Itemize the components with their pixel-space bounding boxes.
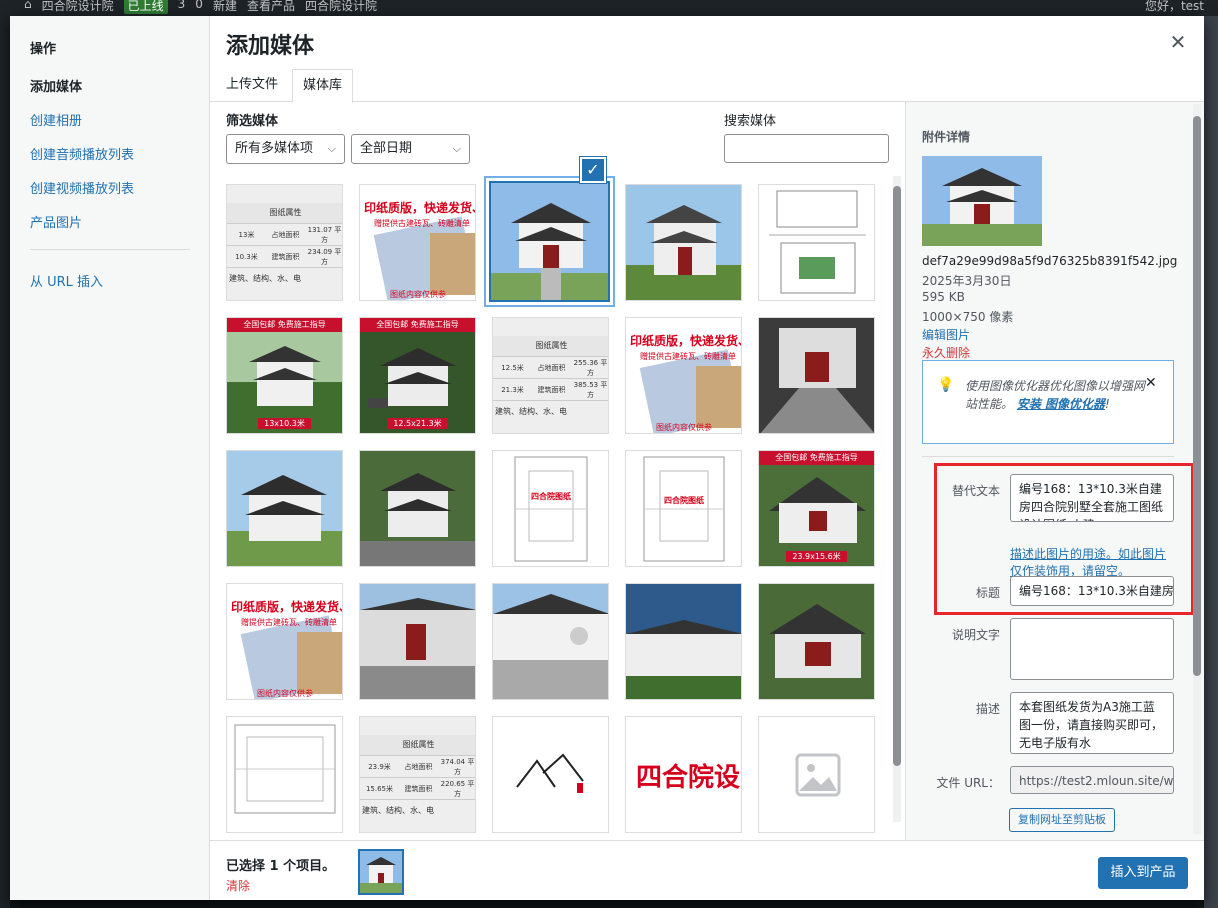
admin-sidebar-backdrop bbox=[0, 16, 10, 908]
admin-new-link[interactable]: 新建 bbox=[213, 0, 237, 14]
file-url-label: 文件 URL： bbox=[936, 776, 1000, 790]
media-item-spec-table[interactable]: 图纸属性 13米 占地面积 131.07 平方 10.3米 建筑面积 234.09 平方… bbox=[226, 184, 343, 301]
dismiss-notice-icon[interactable]: ✕ bbox=[1145, 375, 1157, 391]
media-item-selected-villa[interactable] bbox=[489, 181, 610, 302]
menu-item-product-image[interactable]: 产品图片 bbox=[30, 212, 82, 231]
media-item-yard[interactable] bbox=[492, 583, 609, 700]
media-item-placeholder[interactable] bbox=[758, 716, 875, 833]
media-item-villa-4[interactable] bbox=[359, 450, 476, 567]
delete-permanently-link[interactable]: 永久删除 bbox=[922, 344, 970, 361]
caption-label: 说明文字 bbox=[951, 628, 1000, 642]
media-item-spec-table-3[interactable]: 图纸属性 23.9米 占地面积 374.04 平方 15.65米 建筑面积 220.65… bbox=[359, 716, 476, 833]
media-item-compound[interactable] bbox=[625, 583, 742, 700]
media-item-villa-2[interactable] bbox=[625, 184, 742, 301]
caption-field[interactable] bbox=[1010, 618, 1174, 680]
selected-check-icon[interactable]: ✓ bbox=[580, 157, 606, 183]
tab-upload[interactable]: 上传文件 bbox=[218, 69, 286, 103]
media-item-logo[interactable] bbox=[492, 716, 609, 833]
media-type-value: 所有多媒体项 bbox=[235, 141, 314, 156]
admin-updates-count[interactable]: 3 bbox=[178, 0, 186, 14]
media-item-plan-1[interactable]: 四合院图纸 bbox=[492, 450, 609, 567]
admin-site-name[interactable]: 四合院设计院 bbox=[42, 0, 114, 14]
chevron-down-icon: ⌵ bbox=[452, 142, 461, 155]
media-item-aerial[interactable] bbox=[758, 583, 875, 700]
attachment-date: 2025年3月30日 bbox=[922, 274, 1012, 288]
admin-site-link[interactable]: 四合院设计院 bbox=[305, 0, 377, 14]
menu-item-create-gallery[interactable]: 创建相册 bbox=[30, 110, 82, 129]
menu-heading: 操作 bbox=[30, 42, 57, 57]
spec-table: 图纸属性 13米 占地面积 131.07 平方 10.3米 建筑面积 234.09 平方… bbox=[227, 203, 342, 289]
menu-separator bbox=[30, 249, 190, 250]
install-optimizer-link[interactable]: 安装 图像优化器 bbox=[1017, 397, 1105, 411]
admin-home-icon[interactable]: ⌂ bbox=[24, 0, 32, 14]
details-scrollbar[interactable] bbox=[1193, 104, 1201, 834]
description-field[interactable]: 本套图纸发货为A3施工蓝图一份，请直接购买即可，无电子版有水 bbox=[1010, 692, 1174, 754]
attachment-filename: def7a29e99d98a5f9d76325b8391f542.jpg bbox=[922, 254, 1178, 268]
menu-item-audio-playlist[interactable]: 创建音频播放列表 bbox=[30, 144, 134, 163]
media-item-villa-promo-2[interactable]: 全国包邮 免费施工指导 12.5x21.3米 bbox=[359, 317, 476, 434]
media-item-gate[interactable] bbox=[359, 583, 476, 700]
media-item-courtyard[interactable] bbox=[758, 317, 875, 434]
attachment-size: 595 KB bbox=[922, 290, 965, 304]
selected-thumbnail[interactable] bbox=[358, 849, 404, 895]
clear-selection-link[interactable]: 清除 bbox=[226, 877, 250, 894]
media-item-brand[interactable]: 四合院设 bbox=[625, 716, 742, 833]
insert-into-product-button[interactable]: 插入到产品 bbox=[1098, 857, 1188, 889]
menu-item-video-playlist[interactable]: 创建视频播放列表 bbox=[30, 178, 134, 197]
router-tabs: 上传文件 媒体库 bbox=[210, 66, 1204, 103]
edit-image-link[interactable]: 编辑图片 bbox=[922, 326, 970, 343]
close-icon[interactable]: ✕ bbox=[1166, 30, 1190, 54]
lightbulb-icon: 💡 bbox=[937, 377, 955, 393]
selection-count: 已选择 1 个项目。 bbox=[226, 859, 336, 874]
date-value: 全部日期 bbox=[360, 141, 413, 156]
modal-title: 添加媒体 bbox=[226, 34, 315, 59]
details-divider bbox=[922, 456, 1174, 457]
page-backdrop bbox=[1204, 16, 1218, 908]
description-label: 描述 bbox=[975, 702, 1000, 716]
search-input[interactable] bbox=[724, 134, 889, 163]
attachment-thumbnail bbox=[922, 156, 1042, 246]
media-item-courtyard-promo[interactable]: 全国包邮 免费施工指导 23.9x15.6米 bbox=[758, 450, 875, 567]
copy-url-button[interactable]: 复制网址至剪贴板 bbox=[1009, 808, 1115, 832]
media-toolbar: 已选择 1 个项目。 清除 插入到产品 bbox=[210, 840, 1204, 900]
filter-label: 筛选媒体 bbox=[226, 114, 279, 129]
admin-bar: ⌂ 四合院设计院 已上线 3 0 新建 查看产品 四合院设计院 您好，test bbox=[0, 0, 1218, 16]
search-label: 搜索媒体 bbox=[724, 114, 777, 129]
admin-status-badge: 已上线 bbox=[123, 0, 168, 14]
attachment-dimensions: 1000×750 像素 bbox=[922, 310, 1014, 324]
media-type-select[interactable]: 所有多媒体项 ⌵ bbox=[226, 134, 345, 164]
media-item-promo[interactable]: 印纸质版，快递发货、无 赠提供古建砖瓦、砖雕清单 图纸内容仅供参 bbox=[359, 184, 476, 301]
media-item-floorplan[interactable] bbox=[758, 184, 875, 301]
optimizer-notice: 💡 使用图像优化器优化图像以增强网站性能。 安装 图像优化器! ✕ bbox=[922, 360, 1174, 444]
date-select[interactable]: 全部日期 ⌵ bbox=[351, 134, 470, 164]
file-url-field[interactable]: https://test2.mloun.site/w bbox=[1010, 766, 1174, 794]
media-item-villa-promo-1[interactable]: 全国包邮 免费施工指导 13x10.3米 bbox=[226, 317, 343, 434]
menu-item-insert-url[interactable]: 从 URL 插入 bbox=[30, 271, 103, 290]
media-item-plan-2[interactable]: 四合院图纸 bbox=[625, 450, 742, 567]
attachment-details-heading: 附件详情 bbox=[922, 130, 971, 144]
menu-item-add-media[interactable]: 添加媒体 bbox=[30, 76, 82, 95]
media-item-spec-table-2[interactable]: 图纸属性 12.5米 占地面积 255.36 平方 21.3米 建筑面积 385.53 … bbox=[492, 317, 609, 434]
media-item-villa-3[interactable] bbox=[226, 450, 343, 567]
admin-howdy[interactable]: 您好，test bbox=[1145, 0, 1204, 14]
admin-comments-count[interactable]: 0 bbox=[195, 0, 203, 14]
media-item-promo-3[interactable]: 印纸质版，快递发货、无 赠提供古建砖瓦、砖雕清单 图纸内容仅供参 bbox=[226, 583, 343, 700]
admin-view-link[interactable]: 查看产品 bbox=[247, 0, 295, 14]
details-scrollbar-thumb[interactable] bbox=[1193, 116, 1201, 676]
media-item-plan-3[interactable] bbox=[226, 716, 343, 833]
highlight-box bbox=[934, 463, 1194, 615]
grid-scrollbar[interactable] bbox=[893, 176, 901, 822]
tab-library[interactable]: 媒体库 bbox=[292, 69, 354, 103]
media-menu: 操作 添加媒体 创建相册 创建音频播放列表 创建视频播放列表 产品图片 从 UR… bbox=[10, 16, 210, 900]
chevron-down-icon: ⌵ bbox=[327, 142, 336, 155]
media-item-promo-2[interactable]: 印纸质版，快递发货、无 赠提供古建砖瓦、砖雕清单 图纸内容仅供参 bbox=[625, 317, 742, 434]
grid-scrollbar-thumb[interactable] bbox=[893, 186, 901, 766]
